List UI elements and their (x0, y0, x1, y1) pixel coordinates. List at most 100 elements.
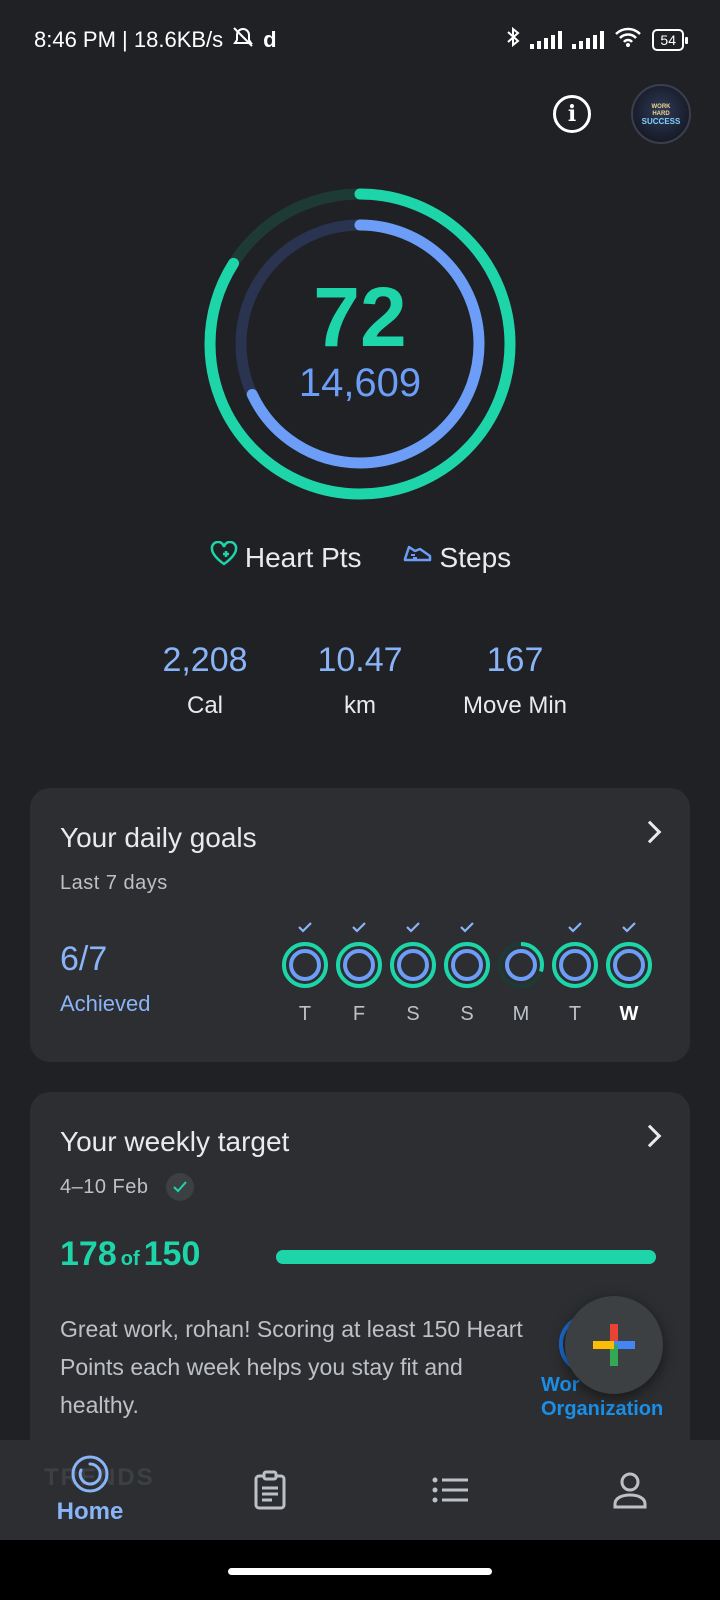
who-logo-text: Wor (541, 1374, 580, 1396)
daily-goals-subtitle: Last 7 days (60, 872, 168, 894)
bottom-nav: TRENDS Home (0, 1440, 720, 1540)
day-label: M (512, 1003, 530, 1025)
day-item[interactable]: T (280, 920, 330, 1026)
check-icon (442, 920, 492, 938)
nav-home-label: Home (56, 1498, 124, 1525)
day-ring (498, 942, 544, 988)
check-icon (334, 920, 384, 938)
app-icon: d (263, 27, 277, 52)
who-logo-text: Organization (541, 1398, 664, 1420)
day-item[interactable]: M (496, 920, 546, 1026)
legend-steps[interactable]: Steps (402, 541, 512, 574)
legend-steps-label: Steps (439, 541, 512, 573)
plus-icon (593, 1324, 635, 1366)
legend-heart-label: Heart Pts (244, 541, 362, 573)
goals-achieved-label: Achieved (60, 991, 151, 1016)
day-ring-steps (343, 949, 375, 981)
weekly-date-range: 4–10 Feb (60, 1176, 149, 1198)
day-ring-steps (397, 949, 429, 981)
day-label: T (568, 1003, 582, 1025)
chevron-right-icon[interactable] (638, 1124, 662, 1148)
stat-value: 2,208 (162, 641, 248, 679)
weekly-progress-fill (276, 1250, 656, 1264)
day-label: S (406, 1003, 420, 1025)
stat-label: km (344, 692, 376, 719)
nav-journal[interactable] (180, 1440, 360, 1540)
weekly-progress-bar (276, 1250, 656, 1264)
stats-row: 2,208 Cal 10.47 km 167 Move Min (130, 640, 590, 720)
check-icon (166, 1173, 194, 1201)
wifi-icon (614, 26, 642, 53)
heart-plus-icon (209, 540, 239, 574)
gesture-bar (0, 1540, 720, 1600)
day-ring (282, 942, 328, 988)
weekly-target: 150 (143, 1235, 201, 1273)
weekly-progress-text: 178 of 150 (60, 1235, 200, 1274)
chevron-right-icon[interactable] (638, 820, 662, 844)
day-ring-steps (289, 949, 321, 981)
day-item[interactable]: S (442, 920, 492, 1026)
bluetooth-icon (506, 26, 520, 53)
day-ring-steps (451, 949, 483, 981)
battery-icon: 54 (652, 28, 688, 51)
avatar[interactable]: WORK HARD SUCCESS (631, 84, 691, 144)
heart-points-value: 72 (313, 270, 407, 364)
mute-icon (231, 26, 255, 54)
day-label: T (298, 1003, 312, 1025)
day-ring (606, 942, 652, 988)
daily-goals-card[interactable]: Your daily goals Last 7 days 6/7 Achieve… (30, 788, 690, 1062)
info-icon[interactable]: i (553, 95, 591, 133)
day-ring (336, 942, 382, 988)
avatar-text: WORK (651, 103, 671, 110)
daily-goals-title: Your daily goals (60, 822, 257, 853)
day-item[interactable]: S (388, 920, 438, 1026)
day-ring-steps (505, 949, 537, 981)
add-activity-button[interactable] (565, 1296, 663, 1394)
weekly-description: Great work, rohan! Scoring at least 150 … (60, 1316, 523, 1418)
ring-center: 72 14,609 (200, 275, 520, 405)
day-ring (552, 942, 598, 988)
status-right: 54 (506, 26, 688, 53)
legend-heart-pts[interactable]: Heart Pts (209, 540, 362, 574)
weekly-of: of (120, 1248, 140, 1270)
day-label: F (352, 1003, 366, 1025)
nav-home[interactable]: Home (0, 1440, 180, 1540)
steps-value: 14,609 (298, 361, 422, 405)
day-ring-steps (613, 949, 645, 981)
day-ring (390, 942, 436, 988)
list-icon (432, 1477, 468, 1503)
check-icon (280, 920, 330, 938)
stat-value: 167 (486, 641, 544, 679)
day-ring-steps (559, 949, 591, 981)
check-icon (550, 920, 600, 938)
status-left: 8:46 PM | 18.6KB/s d (34, 26, 277, 54)
status-bar: 8:46 PM | 18.6KB/s d 54 (0, 0, 720, 84)
signal-icon (572, 30, 605, 49)
stat-distance: 10.47 km (285, 640, 435, 720)
day-item[interactable]: T (550, 920, 600, 1026)
journal-icon (254, 1470, 286, 1510)
day-item[interactable]: F (334, 920, 384, 1026)
home-indicator[interactable] (228, 1568, 492, 1575)
check-icon (388, 920, 438, 938)
stat-label: Move Min (462, 692, 568, 719)
day-label: W (619, 1003, 639, 1025)
weekly-current: 178 (60, 1235, 117, 1273)
day-label: S (460, 1003, 474, 1025)
weekly-target-card[interactable]: Your weekly target 4–10 Feb 178 of 150 Gre… (30, 1092, 690, 1458)
goals-fraction: 6/7 (60, 940, 108, 978)
day-item[interactable]: W (604, 920, 654, 1026)
home-rings-icon (71, 1455, 109, 1493)
signal-icon (530, 30, 563, 49)
avatar-text: SUCCESS (641, 116, 681, 126)
stat-value: 10.47 (317, 641, 403, 679)
ring-legend: Heart Pts Steps (0, 540, 720, 574)
check-icon (604, 920, 654, 938)
status-time: 8:46 PM | 18.6KB/s (34, 27, 224, 52)
profile-icon (613, 1472, 647, 1509)
nav-profile[interactable] (540, 1440, 720, 1540)
day-rings: TFSSMTW (280, 920, 654, 1026)
stat-label: Cal (186, 692, 223, 719)
weekly-target-title: Your weekly target (60, 1126, 290, 1157)
nav-browse[interactable] (360, 1440, 540, 1540)
